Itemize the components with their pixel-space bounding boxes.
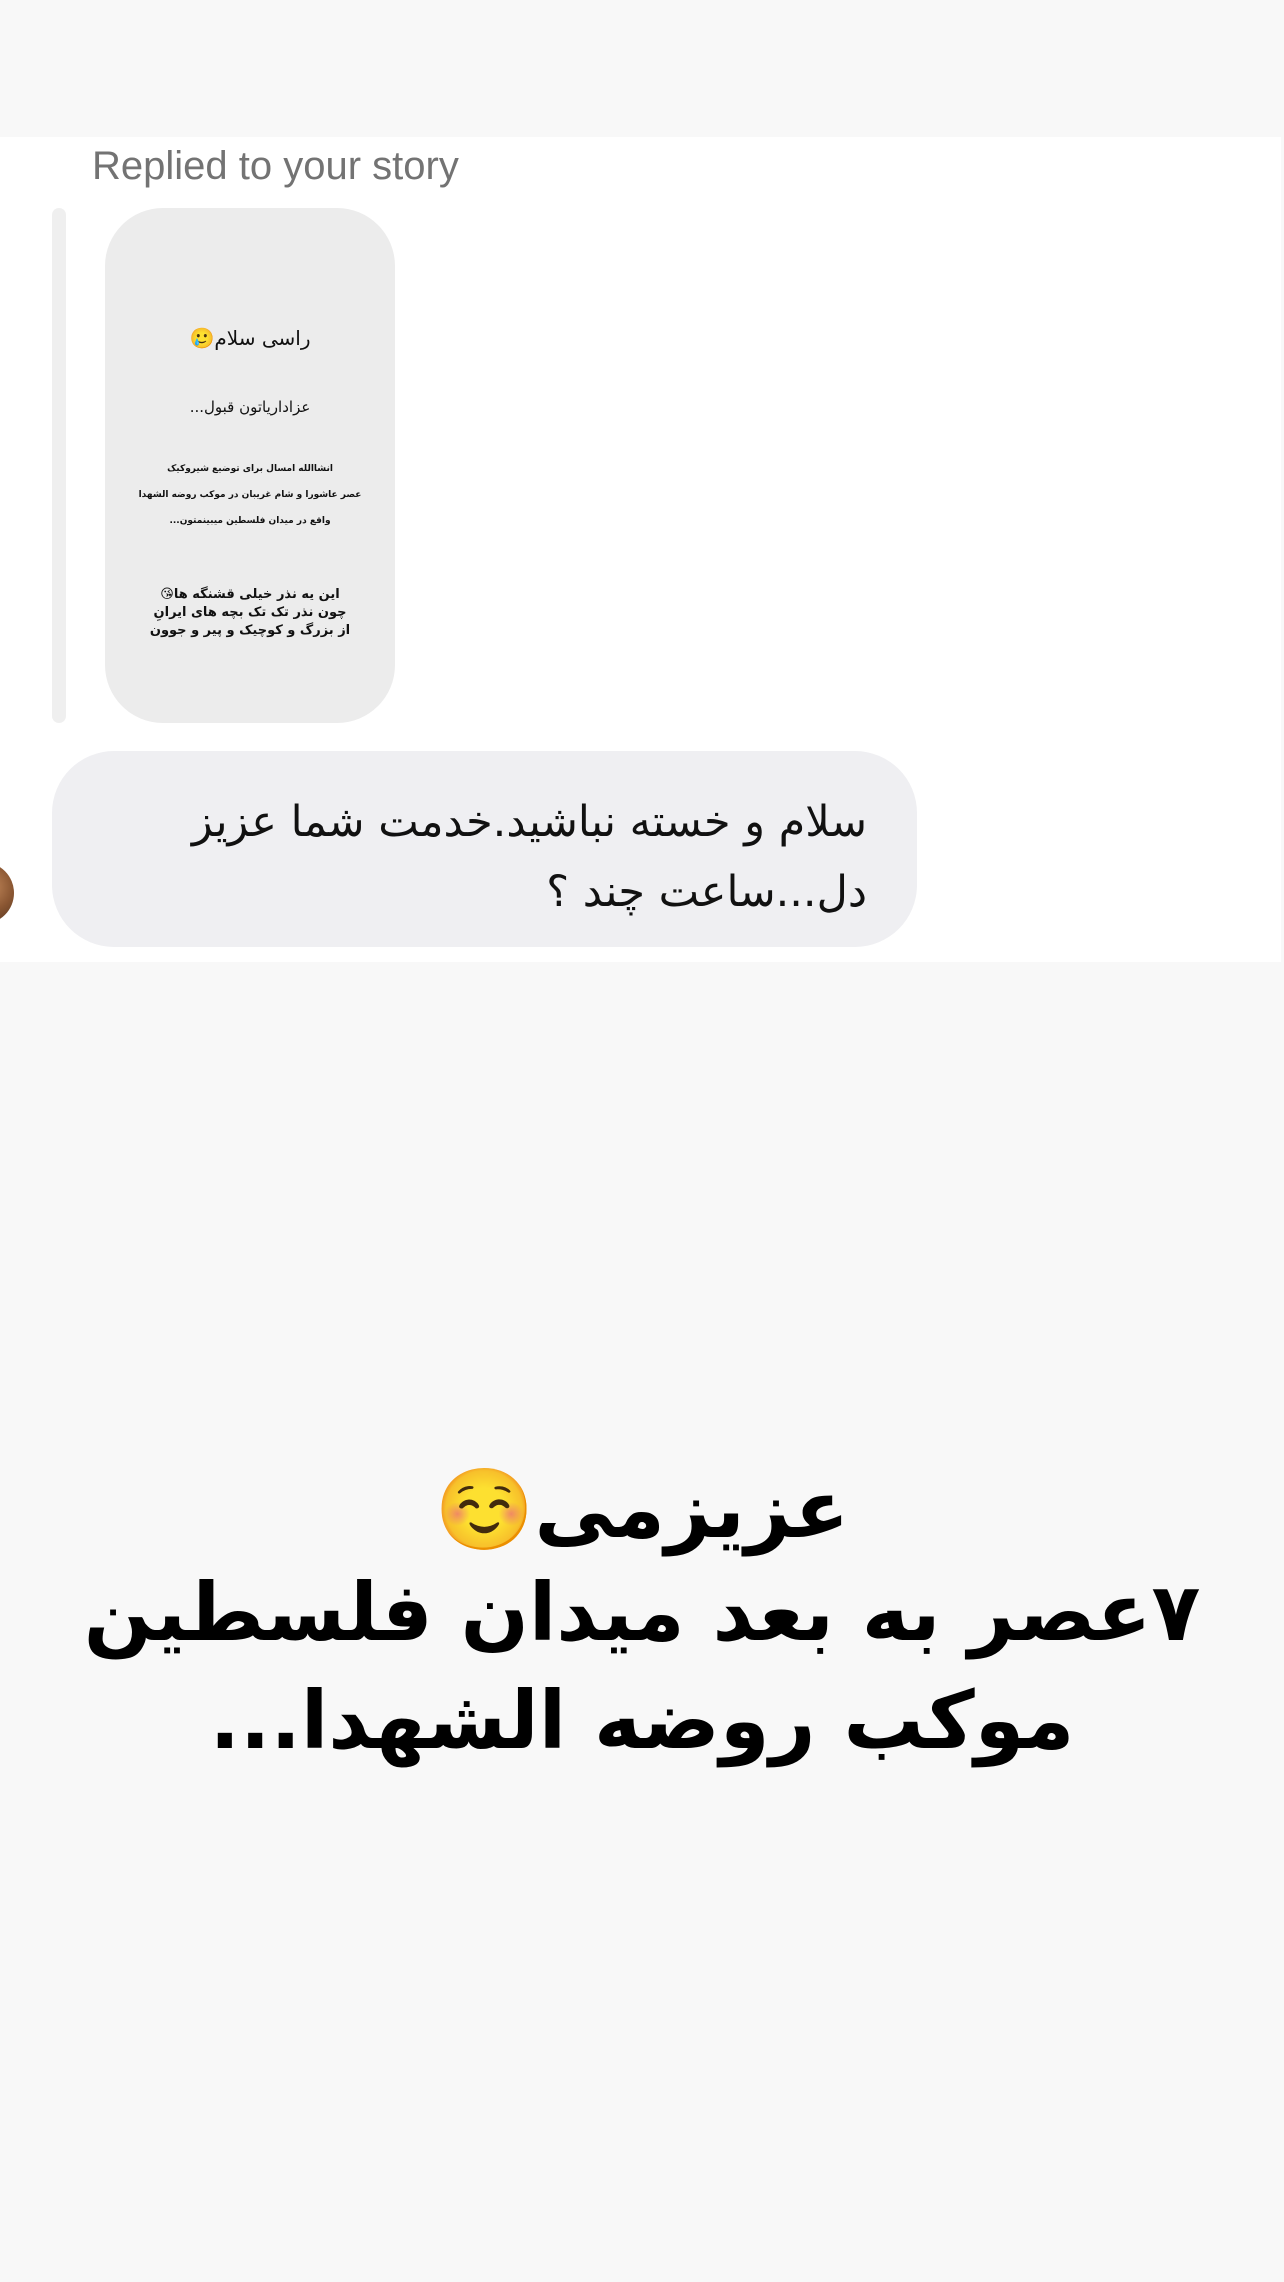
story-line-5: واقع در میدان فلسطین میبینمتون... — [169, 516, 331, 526]
story-thumbnail[interactable]: راسی سلام🥲 عزاداریاتون قبول... انشاالله … — [105, 208, 395, 723]
story-line-3: انشاالله امسال برای توضیع شیروکیک — [167, 464, 333, 474]
story-line-4: عصر عاشورا و شام غریبان در موکب روضه الش… — [138, 490, 362, 500]
reply-indicator-bar — [52, 208, 66, 723]
story-reply-line-1: عزیزمی☺️ — [434, 1463, 850, 1556]
story-line-8: از بزرگ و کوچیک و پیر و جوون — [149, 623, 351, 638]
story-line-7: چون نذر تک تک بچه های ایرانِ — [153, 605, 347, 620]
story-footer-paragraph: این یه نذر خیلی قشنگه ها😘 چون نذر تک تک … — [125, 586, 375, 640]
top-area — [0, 0, 1284, 137]
story-line-1: راسی سلام🥲 — [189, 326, 311, 350]
story-reply-line-3: موکب روضه الشهدا... — [209, 1674, 1075, 1767]
story-line-6: این یه نذر خیلی قشنگه ها😘 — [160, 587, 340, 602]
message-text: سلام و خسته نباشید.خدمت شما عزیز دل...سا… — [191, 797, 867, 917]
story-line-2: عزاداریاتون قبول... — [189, 398, 311, 416]
message-bubble[interactable]: سلام و خسته نباشید.خدمت شما عزیز دل...سا… — [52, 751, 917, 947]
story-reply-line-2: ۷عصر به بعد میدان فلسطین — [83, 1566, 1201, 1659]
story-paragraph: انشاالله امسال برای توضیع شیروکیک عصر عا… — [125, 456, 375, 534]
replied-to-story-caption: Replied to your story — [92, 144, 459, 188]
